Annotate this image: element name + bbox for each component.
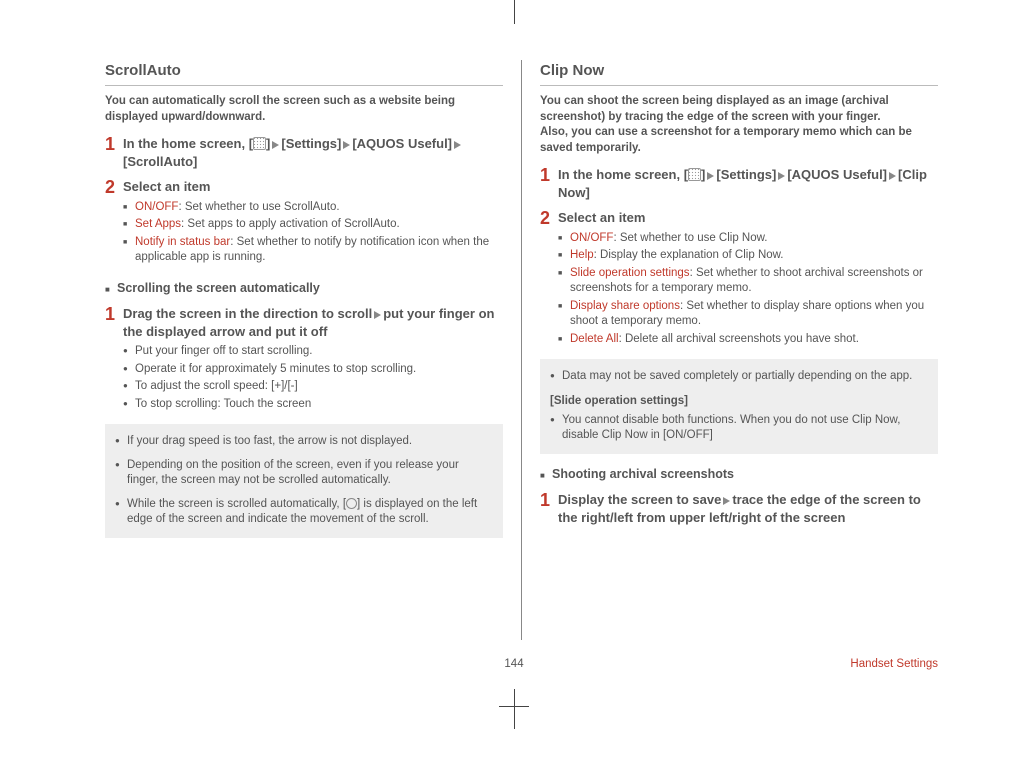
step-number: 1 (105, 305, 123, 414)
triangle-icon (707, 172, 714, 180)
square-bullet-icon (123, 235, 135, 266)
circle-bullet-icon (123, 379, 135, 395)
circle-bullet-icon (123, 344, 135, 360)
step-head: Drag the screen in the direction to scro… (123, 305, 503, 340)
triangle-icon (889, 172, 896, 180)
triangle-icon (723, 497, 730, 505)
bullet-item: To stop scrolling: Touch the screen (123, 397, 503, 413)
square-bullet-icon (558, 266, 570, 297)
note-item: Data may not be saved completely or part… (550, 369, 928, 385)
subheading-shooting: Shooting archival screenshots (540, 466, 938, 484)
step-head: Select an item (558, 209, 938, 227)
crop-mark-icon (514, 689, 515, 729)
step-number: 2 (540, 209, 558, 349)
option-item: Display share options: Set whether to di… (558, 299, 938, 330)
square-bullet-icon (123, 217, 135, 233)
step-number: 2 (105, 178, 123, 268)
note-item: If your drag speed is too fast, the arro… (115, 434, 493, 450)
circle-bullet-icon (123, 397, 135, 413)
step-head: Display the screen to savetrace the edge… (558, 491, 938, 526)
step-1-left: 1 In the home screen, [][Settings][AQUOS… (105, 135, 503, 170)
note-item: You cannot disable both functions. When … (550, 413, 928, 444)
step-head: Select an item (123, 178, 503, 196)
intro-scrollauto: You can automatically scroll the screen … (105, 94, 503, 125)
triangle-icon (454, 141, 461, 149)
apps-grid-icon (253, 137, 266, 150)
step-head: In the home screen, [][Settings][AQUOS U… (123, 135, 503, 170)
option-item: ON/OFF: Set whether to use Clip Now. (558, 231, 938, 247)
note-item: While the screen is scrolled automatical… (115, 497, 493, 528)
page-columns: ScrollAuto You can automatically scroll … (105, 60, 938, 640)
step-2-right: 2 Select an item ON/OFF: Set whether to … (540, 209, 938, 349)
circle-bullet-icon (550, 413, 562, 444)
option-item: Help: Display the explanation of Clip No… (558, 248, 938, 264)
substep-1-right: 1 Display the screen to savetrace the ed… (540, 491, 938, 526)
step-1-right: 1 In the home screen, [][Settings][AQUOS… (540, 166, 938, 201)
step-number: 1 (540, 491, 558, 526)
square-bullet-icon (558, 332, 570, 348)
section-title-scrollauto: ScrollAuto (105, 60, 503, 86)
option-label: Delete All (570, 333, 619, 345)
note-item: Depending on the position of the screen,… (115, 458, 493, 489)
option-list: ON/OFF: Set whether to use ScrollAuto. S… (123, 200, 503, 266)
option-item: Notify in status bar: Set whether to not… (123, 235, 503, 266)
option-item: Delete All: Delete all archival screensh… (558, 332, 938, 348)
option-label: Slide operation settings (570, 267, 690, 279)
circle-outline-icon (346, 498, 357, 509)
page-footer: 144 Handset Settings (0, 658, 1028, 670)
apps-grid-icon (688, 168, 701, 181)
column-left: ScrollAuto You can automatically scroll … (105, 60, 521, 640)
circle-bullet-icon (115, 497, 127, 528)
option-list: ON/OFF: Set whether to use Clip Now. Hel… (558, 231, 938, 348)
step-head: In the home screen, [][Settings][AQUOS U… (558, 166, 938, 201)
bullet-item: Put your finger off to start scrolling. (123, 344, 503, 360)
substep-1-left: 1 Drag the screen in the direction to sc… (105, 305, 503, 414)
section-title-clipnow: Clip Now (540, 60, 938, 86)
step-number: 1 (105, 135, 123, 170)
triangle-icon (374, 311, 381, 319)
note-box-right: Data may not be saved completely or part… (540, 359, 938, 454)
square-bullet-icon (123, 200, 135, 216)
square-bullet-icon (558, 299, 570, 330)
crop-mark-icon (499, 706, 529, 707)
triangle-icon (343, 141, 350, 149)
option-label: Help (570, 249, 594, 261)
bullet-list: Put your finger off to start scrolling. … (123, 344, 503, 412)
option-label: Set Apps (135, 218, 181, 230)
bullet-item: Operate it for approximately 5 minutes t… (123, 362, 503, 378)
column-right: Clip Now You can shoot the screen being … (521, 60, 938, 640)
step-2-left: 2 Select an item ON/OFF: Set whether to … (105, 178, 503, 268)
footer-section-label: Handset Settings (850, 658, 938, 670)
option-label: Display share options (570, 300, 680, 312)
option-label: ON/OFF (135, 201, 178, 213)
square-bullet-icon (558, 231, 570, 247)
circle-bullet-icon (123, 362, 135, 378)
option-item: Set Apps: Set apps to apply activation o… (123, 217, 503, 233)
square-bullet-icon (540, 466, 552, 484)
square-bullet-icon (558, 248, 570, 264)
step-number: 1 (540, 166, 558, 201)
option-item: ON/OFF: Set whether to use ScrollAuto. (123, 200, 503, 216)
option-label: ON/OFF (570, 232, 613, 244)
option-label: Notify in status bar (135, 236, 230, 248)
circle-bullet-icon (115, 434, 127, 450)
note-box-left: If your drag speed is too fast, the arro… (105, 424, 503, 538)
option-item: Slide operation settings: Set whether to… (558, 266, 938, 297)
intro-clipnow: You can shoot the screen being displayed… (540, 94, 938, 156)
triangle-icon (272, 141, 279, 149)
circle-bullet-icon (550, 369, 562, 385)
note-subhead: [Slide operation settings] (550, 393, 928, 409)
circle-bullet-icon (115, 458, 127, 489)
subheading-scrolling: Scrolling the screen automatically (105, 280, 503, 298)
square-bullet-icon (105, 280, 117, 298)
triangle-icon (778, 172, 785, 180)
crop-mark-icon (514, 0, 515, 24)
bullet-item: To adjust the scroll speed: [+]/[-] (123, 379, 503, 395)
